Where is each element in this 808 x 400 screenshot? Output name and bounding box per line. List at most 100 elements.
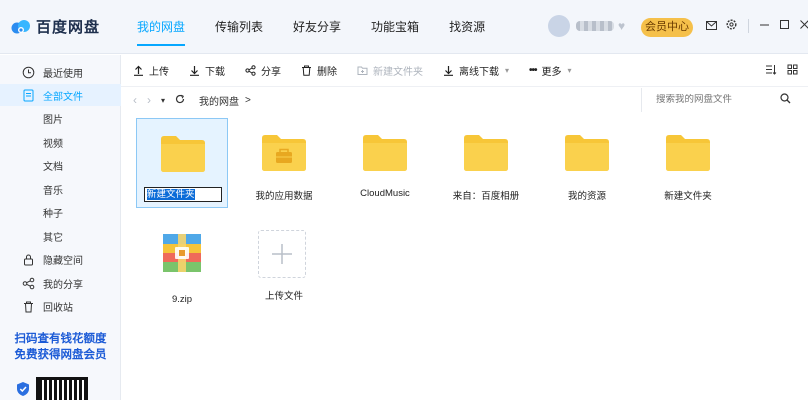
file-name: 来自：百度相册	[452, 191, 520, 202]
app-folder-icon	[262, 135, 306, 171]
file-name: CloudMusic	[360, 188, 410, 199]
minimize-icon[interactable]	[759, 19, 770, 33]
sidebar-item-all-files[interactable]: 全部文件	[0, 84, 121, 106]
maximize-icon[interactable]	[779, 19, 790, 33]
breadcrumb-root[interactable]: 我的网盘	[199, 93, 239, 108]
file-name: 上传文件	[264, 291, 303, 302]
rename-input[interactable]: 新建文件夹	[144, 187, 222, 202]
sidebar-item-label: 最近使用	[43, 68, 83, 80]
settings-gear-icon[interactable]	[726, 19, 737, 33]
share-icon	[245, 65, 256, 76]
new-folder-label: 新建文件夹	[373, 67, 423, 78]
sidebar: 最近使用 全部文件 图片 视频 文档 音乐 种子 其它 隐藏空间 我的分享 回收…	[0, 55, 121, 400]
offline-download-button[interactable]: 离线下载 ▾	[443, 63, 509, 78]
grid-view-icon[interactable]	[787, 64, 798, 78]
sidebar-item-label: 隐藏空间	[43, 255, 83, 267]
download-button[interactable]: 下载	[189, 63, 225, 78]
refresh-icon[interactable]	[175, 93, 185, 107]
offline-download-label: 离线下载	[459, 67, 499, 78]
user-area[interactable]: ♥	[548, 15, 625, 37]
file-name: 9.zip	[171, 294, 193, 305]
sidebar-item-images[interactable]: 图片	[0, 107, 121, 129]
clock-icon	[22, 66, 35, 78]
address-bar: ‹ › ▾ 我的网盘 >	[121, 88, 808, 112]
promo-banner[interactable]: 扫码查有钱花额度 免费获得网盘会员	[0, 331, 121, 363]
baidu-netdisk-window: 百度网盘 我的网盘 传输列表 好友分享 功能宝箱 找资源 ♥ 会员中心 最近使用…	[0, 0, 808, 400]
file-item-my-resources[interactable]: 我的资源	[541, 118, 633, 208]
back-icon[interactable]: ‹	[133, 93, 137, 107]
trash-icon	[24, 301, 33, 312]
sidebar-item-label: 我的分享	[43, 279, 83, 291]
upload-label: 上传	[149, 67, 169, 78]
cloud-logo-icon	[11, 19, 30, 33]
promo-line-1: 扫码查有钱花额度	[14, 333, 107, 345]
folder-icon	[161, 136, 205, 172]
upload-file-tile[interactable]: 上传文件	[238, 230, 330, 320]
tab-friend-share[interactable]: 好友分享	[278, 0, 356, 54]
share-button[interactable]: 分享	[245, 63, 281, 78]
file-item-new-folder[interactable]: 新建文件夹	[642, 118, 734, 208]
file-item-app-data[interactable]: 我的应用数据	[238, 118, 330, 208]
upload-button[interactable]: 上传	[133, 63, 169, 78]
folder-icon	[666, 135, 710, 171]
sidebar-item-my-shares[interactable]: 我的分享	[0, 272, 121, 294]
share-label: 分享	[261, 67, 281, 78]
history-nav: ‹ › ▾	[133, 93, 195, 107]
file-name: 我的资源	[567, 191, 606, 202]
view-controls	[755, 64, 798, 78]
search-input[interactable]	[656, 94, 786, 105]
delete-label: 删除	[317, 67, 337, 78]
toolbar: 上传 下载 分享 删除 新建文件夹 离线下载 ▾ ••• 更多 ▾	[121, 55, 808, 87]
delete-button[interactable]: 删除	[301, 63, 337, 78]
sidebar-item-label: 回收站	[43, 302, 73, 314]
file-item-zip[interactable]: 9.zip	[136, 224, 228, 314]
folder-icon	[363, 135, 407, 171]
heart-icon: ♥	[618, 19, 626, 33]
file-item-cloudmusic[interactable]: CloudMusic	[339, 118, 431, 208]
zip-archive-icon	[163, 234, 201, 272]
sidebar-item-recycle-bin[interactable]: 回收站	[0, 295, 121, 317]
file-item-new-folder-renaming[interactable]: 新建文件夹	[136, 118, 228, 208]
sidebar-item-label: 全部文件	[43, 91, 83, 103]
new-folder-icon	[357, 66, 368, 75]
sidebar-item-other[interactable]: 其它	[0, 225, 121, 247]
folder-icon	[565, 135, 609, 171]
forward-icon[interactable]: ›	[147, 93, 151, 107]
history-dropdown-icon[interactable]: ▾	[161, 96, 165, 105]
file-name: 新建文件夹	[664, 191, 712, 202]
sidebar-item-recent[interactable]: 最近使用	[0, 61, 121, 83]
upload-dropzone[interactable]	[258, 230, 306, 278]
divider	[748, 19, 749, 33]
tab-my-netdisk[interactable]: 我的网盘	[122, 0, 200, 54]
more-button[interactable]: ••• 更多 ▾	[529, 63, 572, 78]
chevron-down-icon: ▾	[505, 66, 510, 75]
sidebar-item-torrents[interactable]: 种子	[0, 201, 121, 223]
tab-toolbox[interactable]: 功能宝箱	[356, 0, 434, 54]
download-label: 下载	[205, 67, 225, 78]
search-icon[interactable]	[780, 93, 791, 107]
tab-find-resources[interactable]: 找资源	[434, 0, 500, 54]
sidebar-item-documents[interactable]: 文档	[0, 154, 121, 176]
more-dots-icon: •••	[529, 65, 537, 76]
avatar[interactable]	[548, 15, 570, 37]
lock-icon	[24, 254, 33, 265]
sidebar-item-hidden-space[interactable]: 隐藏空间	[0, 248, 121, 270]
shield-icon	[17, 382, 29, 396]
share-icon	[22, 277, 35, 289]
vip-center-button[interactable]: 会员中心	[641, 18, 693, 37]
close-icon[interactable]	[799, 19, 808, 33]
sidebar-item-music[interactable]: 音乐	[0, 178, 121, 200]
new-folder-button[interactable]: 新建文件夹	[357, 63, 423, 78]
file-item-baidu-album[interactable]: 来自：百度相册	[440, 118, 532, 208]
sidebar-item-videos[interactable]: 视频	[0, 131, 121, 153]
main-nav: 我的网盘 传输列表 好友分享 功能宝箱 找资源	[122, 0, 500, 54]
plus-icon	[272, 244, 292, 264]
qr-code	[36, 377, 88, 400]
download-icon	[190, 66, 199, 76]
window-controls	[706, 19, 808, 33]
mail-icon[interactable]	[706, 19, 717, 33]
app-logo[interactable]: 百度网盘	[0, 16, 122, 37]
file-name: 我的应用数据	[255, 191, 313, 202]
tab-transfer-list[interactable]: 传输列表	[200, 0, 278, 54]
sort-icon[interactable]	[765, 64, 777, 78]
